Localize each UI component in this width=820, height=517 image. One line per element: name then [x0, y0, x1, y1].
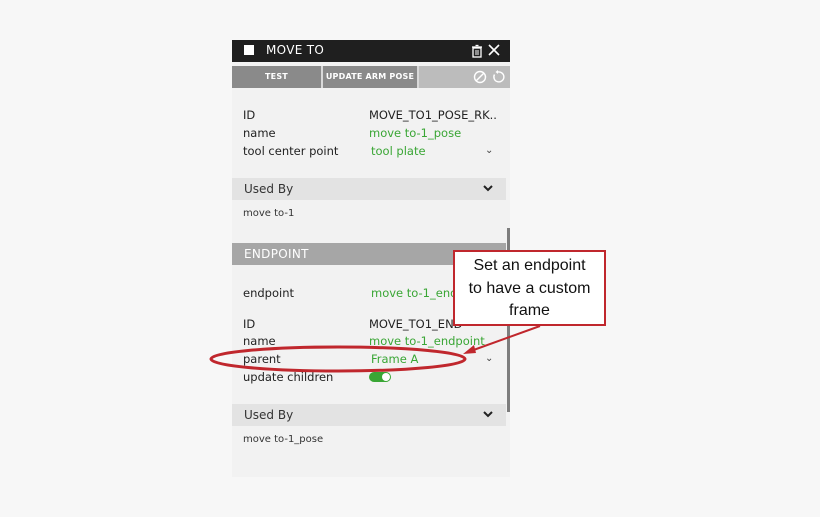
annotation-overlay: [209, 325, 541, 373]
highlight-ellipse: [209, 345, 467, 373]
callout-arrow: [467, 325, 541, 353]
callout-line: to have a custom: [468, 279, 591, 297]
callout-line: Set an endpoint: [473, 257, 586, 274]
annotation-callout: Set an endpoint to have a custom frame: [453, 250, 606, 326]
callout-line: frame: [509, 302, 550, 319]
arrow-head: [463, 345, 476, 354]
